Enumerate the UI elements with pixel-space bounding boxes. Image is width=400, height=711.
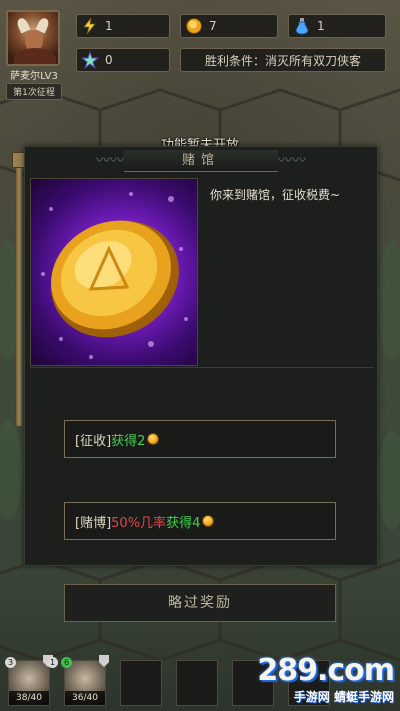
hero-card[interactable]: 萨麦尔LV3 第1次征程 <box>6 10 62 100</box>
skip-reward-button[interactable]: 略过奖励 <box>64 584 336 622</box>
divider <box>30 367 374 368</box>
watermark-logo: 289.com <box>257 653 395 688</box>
gold-coin-illustration <box>30 178 198 366</box>
hero-portrait[interactable] <box>6 10 60 66</box>
unit-slot-3[interactable] <box>120 660 162 706</box>
potion-value: 1 <box>317 19 325 33</box>
option-tag: [征收] <box>75 433 112 449</box>
victory-condition: 胜利条件：消灭所有双刀侠客 <box>180 48 386 72</box>
banner-pole <box>16 158 22 426</box>
lightning-icon <box>83 17 96 35</box>
coin-art <box>41 192 188 359</box>
unit-slot-4[interactable] <box>176 660 218 706</box>
star-gem-icon <box>81 51 99 69</box>
hero-name: 萨麦尔LV3 <box>10 71 58 82</box>
option-tag: [赌博] <box>75 515 112 531</box>
gamble-option[interactable]: [赌博] 50%几率 获得4 <box>64 502 336 540</box>
event-title: 赌馆 <box>124 150 278 172</box>
unit-slot-1[interactable]: 3 38/40 <box>5 655 53 706</box>
collect-tax-option[interactable]: [征收] 获得2 <box>64 420 336 458</box>
coin-icon <box>186 18 202 34</box>
expedition-count: 第1次征程 <box>6 83 62 100</box>
reward-label: 获得2 <box>111 433 146 449</box>
unit-slot-2[interactable]: 1 6 36/40 <box>47 655 109 706</box>
site-watermark: 289.com 手游网 蜻蜓手游网 <box>257 653 395 705</box>
potion-icon <box>295 18 309 35</box>
chance-label: 50%几率 <box>111 515 167 531</box>
coin-counter: 7 <box>180 14 278 38</box>
reward-label: 获得4 <box>166 515 201 531</box>
event-description: 你来到赌馆，征收税费~ <box>210 188 341 202</box>
unit-level-badge-2: 6 <box>61 657 72 668</box>
shield-icon <box>99 655 109 667</box>
ornament-right: 〰〰 <box>278 153 306 169</box>
potion-counter: 1 <box>288 14 386 38</box>
unit-level-badge: 3 <box>5 657 16 668</box>
coin-icon <box>147 433 160 445</box>
ornament-left: 〰〰 <box>96 153 124 169</box>
unit-level-badge: 1 <box>47 657 58 668</box>
energy-value: 1 <box>105 19 113 33</box>
watermark-sub: 手游网 蜻蜓手游网 <box>293 690 394 704</box>
gem-value: 0 <box>105 53 113 67</box>
coin-value: 7 <box>209 19 217 33</box>
energy-counter: 1 <box>76 14 170 38</box>
unit-hp: 36/40 <box>65 691 105 705</box>
unit-hp: 38/40 <box>9 691 49 705</box>
gem-counter: 0 <box>76 48 170 72</box>
coin-icon <box>202 515 215 527</box>
